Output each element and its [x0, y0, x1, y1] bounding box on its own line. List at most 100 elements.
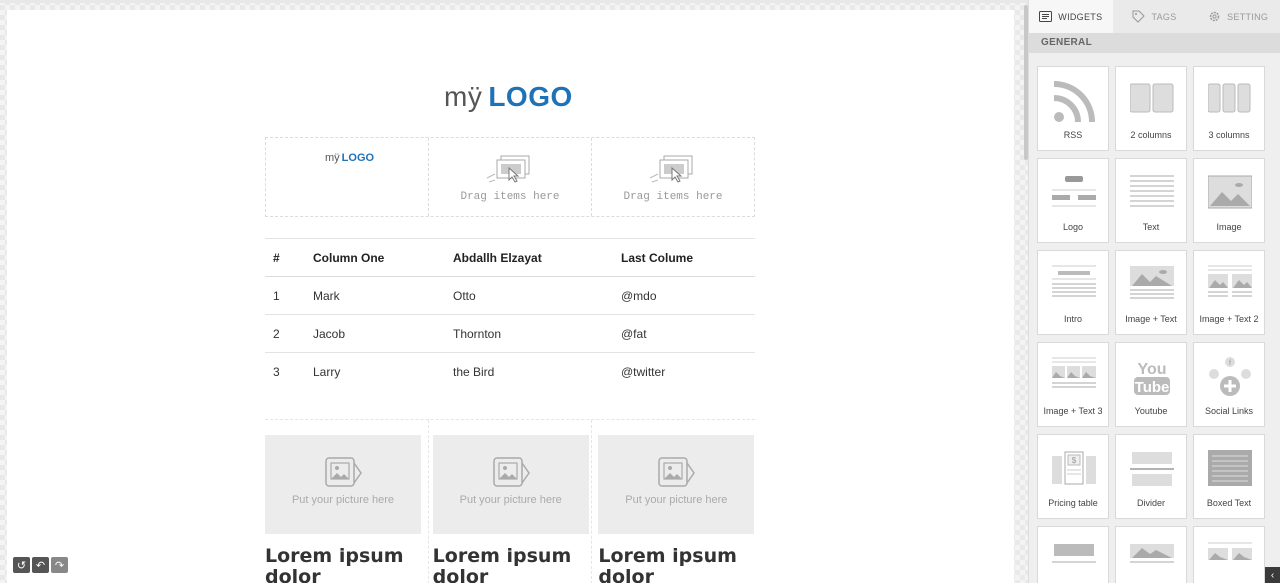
drag-items-text: Drag items here — [623, 191, 723, 203]
widget-label: Logo — [1062, 222, 1084, 232]
widget-logo[interactable]: Logo — [1037, 158, 1109, 243]
image-text-3-icon — [1052, 357, 1096, 388]
table-cell: 3 — [265, 352, 305, 391]
table-row: 3 Larry the Bird @twitter — [265, 352, 755, 391]
picture-icon — [492, 457, 530, 487]
widget-image-text-more[interactable] — [1115, 526, 1187, 583]
image-text-icon — [1130, 544, 1174, 563]
widget-label: Image + Text — [1125, 314, 1177, 324]
two-columns-icon — [1130, 83, 1174, 113]
image-text-icon — [1130, 266, 1174, 299]
undo-icon[interactable]: ↶ — [32, 557, 49, 573]
picture-placeholder-text: Put your picture here — [625, 494, 728, 506]
table-header: # — [265, 238, 305, 277]
tab-tags[interactable]: TAGS — [1113, 0, 1197, 33]
drag-items-text: Drag items here — [460, 191, 560, 203]
table-header: Column One — [305, 238, 445, 277]
tab-setting[interactable]: SETTING — [1196, 0, 1280, 33]
divider-icon — [1130, 452, 1174, 486]
widget-image-text-2[interactable]: Image + Text 2 — [1193, 250, 1265, 335]
table-header: Last Colume — [613, 238, 755, 277]
widget-label: RSS — [1063, 130, 1083, 140]
widgets-panel: WIDGETS TAGS SETTING GENERAL RSS 2 colum… — [1028, 0, 1280, 583]
collapse-panel-button[interactable]: ‹ — [1265, 567, 1280, 583]
widget-block[interactable] — [1037, 526, 1109, 583]
tag-icon — [1132, 10, 1146, 23]
widget-image-text[interactable]: Image + Text — [1115, 250, 1187, 335]
widget-boxed-text[interactable]: Boxed Text — [1193, 434, 1265, 519]
logo-icon — [1052, 176, 1096, 207]
svg-text:$: $ — [1072, 456, 1077, 465]
picture-placeholder[interactable]: Put your picture here — [265, 435, 421, 534]
widget-label: Image — [1216, 222, 1242, 232]
table-cell: @twitter — [613, 352, 755, 391]
picture-heading[interactable]: Lorem ipsum dolor — [598, 546, 755, 583]
data-table[interactable]: # Column One Abdallh Elzayat Last Colume… — [265, 238, 755, 391]
widget-label: Youtube — [1134, 406, 1168, 416]
history-controls: ↺ ↶ ↷ — [13, 557, 68, 573]
pricing-table-icon: $ — [1052, 451, 1096, 485]
widget-social-links[interactable]: f Social Links — [1193, 342, 1265, 427]
widget-text[interactable]: Text — [1115, 158, 1187, 243]
table-cell: Jacob — [305, 314, 445, 353]
picture-column-1[interactable]: Put your picture here Lorem ipsum dolor — [265, 420, 429, 583]
picture-placeholder[interactable]: Put your picture here — [432, 435, 589, 534]
panel-tabs: WIDGETS TAGS SETTING — [1029, 0, 1280, 33]
main-logo[interactable]: mÿ LOGO — [444, 81, 573, 113]
image-text-2-icon — [1208, 542, 1252, 560]
table-cell: Thornton — [445, 314, 613, 353]
picture-columns-row[interactable]: Put your picture here Lorem ipsum dolor … — [265, 419, 755, 583]
table-row: 2 Jacob Thornton @fat — [265, 314, 755, 353]
widget-image-text-2-more[interactable] — [1193, 526, 1265, 583]
widget-image[interactable]: Image — [1193, 158, 1265, 243]
tab-label: TAGS — [1151, 11, 1177, 22]
three-columns-icon — [1208, 83, 1251, 113]
table-cell: the Bird — [445, 352, 613, 391]
widget-rss[interactable]: RSS — [1037, 66, 1109, 151]
widget-label: 3 columns — [1208, 130, 1250, 140]
widget-youtube[interactable]: You Tube Youtube — [1115, 342, 1187, 427]
picture-column-2[interactable]: Put your picture here Lorem ipsum dolor — [429, 420, 593, 583]
three-column-row[interactable]: mÿ LOGO Drag items here Drag items here — [265, 137, 755, 217]
youtube-icon: You Tube — [1134, 361, 1170, 396]
column-cell-2[interactable]: Drag items here — [429, 138, 592, 216]
picture-heading[interactable]: Lorem ipsum dolor — [433, 546, 592, 583]
email-canvas[interactable]: mÿ LOGO mÿ LOGO Drag items here Drag ite… — [7, 10, 1014, 583]
svg-text:Tube: Tube — [1135, 379, 1170, 396]
image-icon — [1208, 175, 1252, 209]
widget-intro[interactable]: Intro — [1037, 250, 1109, 335]
widget-label: Intro — [1063, 314, 1082, 324]
tab-widgets[interactable]: WIDGETS — [1029, 0, 1113, 33]
widget-2-columns[interactable]: 2 columns — [1115, 66, 1187, 151]
picture-placeholder[interactable]: Put your picture here — [598, 435, 755, 534]
widget-pricing-table[interactable]: $ Pricing table — [1037, 434, 1109, 519]
intro-icon — [1052, 265, 1096, 297]
rss-icon — [1053, 81, 1095, 123]
table-cell: @fat — [613, 314, 755, 353]
widget-label: Boxed Text — [1206, 498, 1252, 508]
picture-column-3[interactable]: Put your picture here Lorem ipsum dolor — [592, 420, 755, 583]
widget-image-text-3[interactable]: Image + Text 3 — [1037, 342, 1109, 427]
image-text-2-icon — [1208, 265, 1252, 297]
picture-placeholder-text: Put your picture here — [291, 494, 395, 506]
picture-icon — [325, 457, 362, 487]
redo-icon[interactable]: ↷ — [51, 557, 68, 573]
widgets-icon — [1039, 11, 1053, 22]
section-general: GENERAL — [1029, 33, 1280, 53]
widget-label: 2 columns — [1130, 130, 1172, 140]
widget-label: Pricing table — [1048, 498, 1098, 508]
block-icon — [1052, 544, 1096, 563]
tab-label: SETTING — [1227, 11, 1269, 22]
small-logo[interactable]: mÿ LOGO — [325, 152, 374, 164]
column-cell-1[interactable]: mÿ LOGO — [266, 138, 429, 216]
table-cell: 2 — [265, 314, 305, 353]
gear-icon — [1209, 11, 1220, 22]
column-cell-3[interactable]: Drag items here — [592, 138, 754, 216]
drag-items-icon — [649, 155, 693, 183]
widget-3-columns[interactable]: 3 columns — [1193, 66, 1265, 151]
picture-heading[interactable]: Lorem ipsum dolor — [265, 546, 428, 583]
history-icon[interactable]: ↺ — [13, 557, 30, 573]
small-logo-my-text: mÿ — [325, 152, 340, 164]
svg-text:You: You — [1137, 361, 1166, 378]
widget-divider[interactable]: Divider — [1115, 434, 1187, 519]
